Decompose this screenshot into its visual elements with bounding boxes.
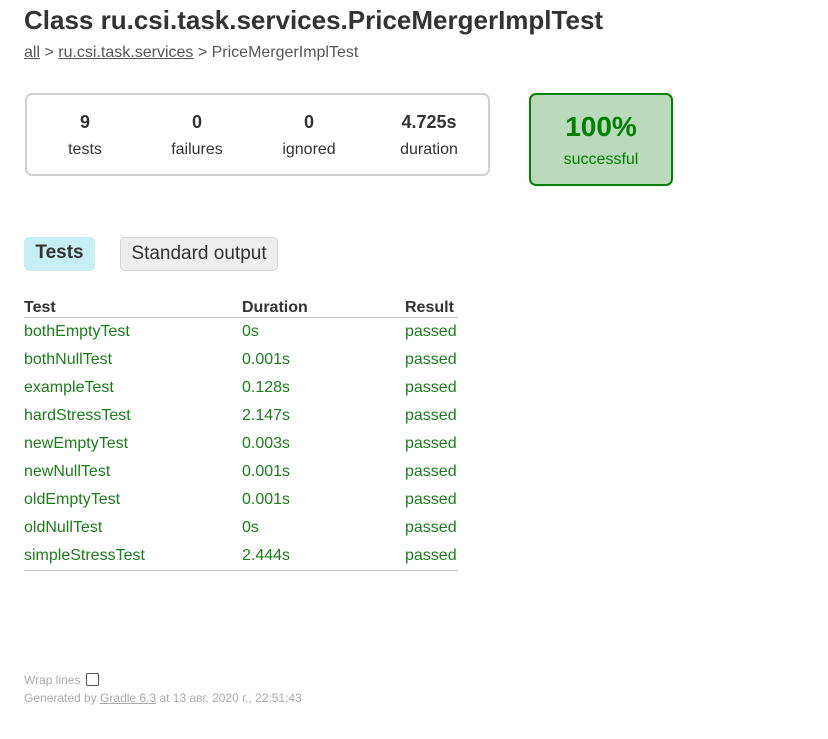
generated-suffix: at 13 авг. 2020 г., 22:51:43	[156, 691, 302, 705]
failures-count: 0	[191, 112, 202, 132]
generated-by: Generated by Gradle 6.3 at 13 авг. 2020 …	[24, 689, 302, 707]
duration-counter: 4.725s duration	[381, 95, 477, 174]
column-header-test: Test	[24, 296, 242, 318]
table-row: newNullTest 0.001s passed	[24, 458, 458, 486]
success-rate-label: successful	[563, 151, 639, 168]
wrap-lines-checkbox[interactable]	[86, 673, 100, 686]
test-name: newNullTest	[24, 463, 111, 480]
ignored-counter: 0 ignored	[269, 95, 349, 174]
test-result: passed	[405, 351, 457, 368]
duration-value: 4.725s	[401, 112, 457, 132]
test-result: passed	[405, 407, 457, 424]
test-name: newEmptyTest	[24, 435, 129, 452]
table-row: bothNullTest 0.001s passed	[24, 346, 458, 374]
breadcrumb-package-link[interactable]: ru.csi.task.services	[58, 44, 193, 61]
test-duration: 0s	[242, 323, 259, 340]
test-duration: 0.001s	[242, 463, 291, 480]
table-row: exampleTest 0.128s passed	[24, 374, 458, 402]
test-result: passed	[405, 323, 457, 340]
table-row: simpleStressTest 2.444s passed	[24, 542, 458, 571]
test-result: passed	[405, 519, 457, 536]
table-row: oldNullTest 0s passed	[24, 514, 458, 542]
success-rate-box: 100% successful	[529, 93, 673, 186]
tests-count: 9	[79, 112, 90, 132]
gradle-link[interactable]: Gradle 6.3	[100, 691, 156, 705]
breadcrumb-all-link[interactable]: all	[24, 44, 40, 61]
test-duration: 0.001s	[242, 351, 291, 368]
breadcrumb-separator: >	[40, 44, 59, 61]
test-duration: 0.003s	[242, 435, 291, 452]
tests-table: Test Duration Result bothEmptyTest 0s pa…	[24, 296, 458, 571]
column-header-result: Result	[405, 296, 458, 318]
test-duration: 2.444s	[242, 542, 405, 571]
wrap-lines-label: Wrap lines	[24, 673, 81, 687]
test-name: exampleTest	[24, 379, 114, 396]
failures-label: failures	[171, 141, 223, 158]
test-name: oldNullTest	[24, 519, 103, 536]
test-result: passed	[405, 463, 457, 480]
breadcrumb: all > ru.csi.task.services > PriceMerger…	[24, 43, 358, 63]
test-result: passed	[405, 435, 457, 452]
test-name: oldEmptyTest	[24, 491, 121, 508]
page-title: Class ru.csi.task.services.PriceMergerIm…	[24, 5, 604, 35]
failures-counter: 0 failures	[157, 95, 237, 174]
table-row: hardStressTest 2.147s passed	[24, 402, 458, 430]
tests-label: tests	[68, 141, 102, 158]
breadcrumb-current: PriceMergerImplTest	[211, 44, 359, 61]
footer: Wrap lines Generated by Gradle 6.3 at 13…	[24, 671, 302, 707]
ignored-label: ignored	[282, 141, 336, 158]
wrap-lines-control: Wrap lines	[24, 671, 302, 689]
table-row: newEmptyTest 0.003s passed	[24, 430, 458, 458]
test-name: bothNullTest	[24, 351, 113, 368]
test-duration: 2.147s	[242, 407, 291, 424]
table-row: bothEmptyTest 0s passed	[24, 318, 458, 347]
test-name: bothEmptyTest	[24, 323, 130, 340]
test-name: simpleStressTest	[24, 542, 242, 571]
table-header-row: Test Duration Result	[24, 296, 458, 318]
test-duration: 0s	[242, 519, 259, 536]
breadcrumb-separator: >	[193, 44, 212, 61]
duration-label: duration	[400, 141, 458, 158]
test-duration: 0.001s	[242, 491, 291, 508]
test-result: passed	[405, 491, 457, 508]
tab-tests[interactable]: Tests	[24, 237, 95, 271]
tab-standard-output[interactable]: Standard output	[120, 237, 278, 271]
tests-counter: 9 tests	[45, 95, 125, 174]
test-name: hardStressTest	[24, 407, 131, 424]
ignored-count: 0	[303, 112, 314, 132]
test-result: passed	[405, 542, 458, 571]
generated-prefix: Generated by	[24, 691, 101, 705]
table-row: oldEmptyTest 0.001s passed	[24, 486, 458, 514]
success-rate-value: 100%	[565, 111, 637, 142]
test-duration: 0.128s	[242, 379, 291, 396]
column-header-duration: Duration	[242, 296, 405, 318]
summary-box: 9 tests 0 failures 0 ignored 4.725s dura…	[25, 93, 490, 176]
test-result: passed	[405, 379, 457, 396]
